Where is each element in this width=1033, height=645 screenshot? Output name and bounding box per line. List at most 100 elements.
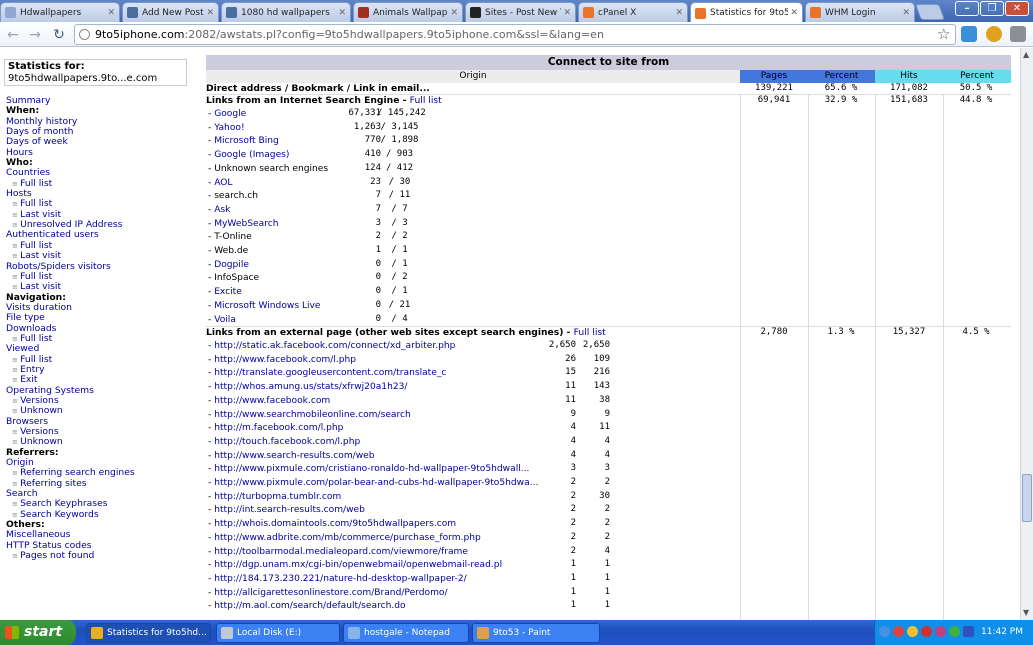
table-header: Origin Pages Percent Hits Percent [206,70,1011,83]
scroll-up-icon[interactable]: ▲ [1023,50,1029,59]
tray-icon[interactable] [963,626,974,637]
scroll-down-icon[interactable]: ▼ [1023,608,1029,617]
external-link-url[interactable]: http://www.pixmule.com/polar-bear-and-cu… [214,478,538,488]
close-tab-icon[interactable]: ✕ [338,8,346,18]
direct-row: Direct address / Bookmark / Link in emai… [206,83,1011,95]
external-link-pages: 2,650 [548,340,576,350]
external-link-url[interactable]: http://turbopma.tumblr.com [214,492,341,502]
sidebar-link[interactable]: Full list [6,178,196,189]
taskbar-button[interactable]: Statistics for 9to5hd... [86,623,211,643]
search-engine-name[interactable]: Google (Images) [214,150,289,160]
external-link-url[interactable]: http://translate.googleusercontent.com/t… [214,368,446,378]
close-tab-icon[interactable]: ✕ [902,8,910,18]
bookmark-star-icon[interactable]: ☆ [937,25,950,43]
close-tab-icon[interactable]: ✕ [206,8,214,18]
forward-arrow-icon[interactable]: → [26,26,44,44]
external-link-url[interactable]: http://www.search-results.com/web [214,451,374,461]
tab-1[interactable]: Hdwallpapers ✕ [0,2,120,22]
close-tab-icon[interactable]: ✕ [675,8,683,18]
tab-3[interactable]: 1080 hd wallpapers ✕ [221,2,351,22]
tab-label: cPanel X [598,7,637,18]
tray-icon[interactable] [879,626,890,637]
sidebar-link[interactable]: Last visit [6,281,196,292]
tab-2[interactable]: Add New Post ‹ Wa✕ [122,2,219,22]
close-tab-icon[interactable]: ✕ [450,8,458,18]
maximize-button[interactable]: ❐ [980,1,1004,16]
tray-icon[interactable] [893,626,904,637]
gear-icon[interactable] [986,26,1002,42]
external-link-url[interactable]: http://m.aol.com/search/default/search.d… [214,601,405,611]
external-link-url[interactable]: http://int.search-results.com/web [214,505,365,515]
tray-icon[interactable] [935,626,946,637]
search-pages-percent: 32.9 % [824,95,858,105]
chrome-icon [91,627,103,639]
search-full-list-link[interactable]: Full list [410,95,442,106]
wrench-icon[interactable] [1010,26,1026,42]
external-link-url[interactable]: http://whois.domaintools.com/9to5hdwallp… [214,519,456,529]
close-tab-icon[interactable]: ✕ [563,8,571,18]
search-engine-name[interactable]: Google [214,109,246,119]
search-engine-pages: 0 [375,286,381,297]
search-engine-pages: 23 [370,176,381,187]
tray-icon[interactable] [949,626,960,637]
external-link-url[interactable]: http://www.adbrite.com/mb/commerce/purch… [214,533,481,543]
tab-6[interactable]: cPanel X ✕ [578,2,688,22]
close-tab-icon[interactable]: ✕ [107,8,115,18]
external-label: Links from an external page (other web s… [206,327,606,338]
search-engine-name[interactable]: Dogpile [214,260,249,270]
external-link-url[interactable]: http://static.ak.facebook.com/connect/xd… [214,341,455,351]
search-engine-name[interactable]: Yahoo! [214,123,244,133]
external-link-url[interactable]: http://toolbarmodal.medialeopard.com/vie… [214,547,468,557]
external-link-url[interactable]: http://m.facebook.com/l.php [214,423,343,433]
reload-icon[interactable]: ↻ [50,26,68,44]
tray-icon[interactable] [921,626,932,637]
windows-logo-icon [5,626,19,639]
external-link-url[interactable]: http://dgp.unam.mx/cgi-bin/openwebmail/o… [214,560,502,570]
external-link-url[interactable]: http://www.facebook.com [214,396,330,406]
external-link-url[interactable]: http://184.173.230.221/nature-hd-desktop… [214,574,467,584]
close-tab-icon[interactable]: ✕ [790,8,798,18]
search-engine-name[interactable]: Voila [214,315,236,325]
search-engine-pages: 1,263 [353,121,381,132]
tab-5[interactable]: Sites - Post New Th✕ [465,2,576,22]
search-engine-name[interactable]: Excite [214,287,242,297]
external-link-hits: 2 [604,504,610,515]
sidebar-link[interactable]: File type [6,312,196,323]
external-link-url[interactable]: http://touch.facebook.com/l.php [214,437,360,447]
tab-4[interactable]: Animals Wallpapers✕ [353,2,463,22]
external-full-list-link[interactable]: Full list [574,327,606,338]
sidebar-link[interactable]: Hours [6,147,196,158]
minimize-button[interactable]: – [955,1,979,16]
tab-7[interactable]: Statistics for 9to5h ✕ [690,2,803,23]
address-bar[interactable]: 9to5iphone.com:2082/awstats.pl?config=9t… [74,24,956,45]
vertical-scrollbar[interactable]: ▲ ▼ [1020,48,1033,620]
scrollbar-thumb[interactable] [1022,474,1032,522]
external-link-item: - http://www.adbrite.com/mb/commerce/pur… [208,532,481,546]
external-link-url[interactable]: http://whos.amung.us/stats/xfrwj20a1h23/ [214,382,407,392]
search-engine-name[interactable]: Ask [214,205,230,215]
sidebar-link[interactable]: Last visit [6,250,196,261]
search-engine-name[interactable]: MyWebSearch [214,219,278,229]
start-button[interactable]: start [0,620,76,645]
taskbar-button[interactable]: 9to53 - Paint [472,623,600,643]
sidebar-link[interactable]: Pages not found [6,550,196,561]
external-link-url[interactable]: http://allcigarettesonlinestore.com/Bran… [214,588,447,598]
taskbar-button[interactable]: Local Disk (E:) [216,623,340,643]
direct-pages: 139,221 [755,83,793,93]
search-engine-name[interactable]: Microsoft Windows Live [214,301,320,311]
external-link-pages: 2 [570,490,576,501]
external-link-url[interactable]: http://www.searchmobileonline.com/search [214,410,411,420]
back-arrow-icon[interactable]: ← [4,26,22,44]
external-link-url[interactable]: http://www.pixmule.com/cristiano-ronaldo… [214,464,529,474]
search-engine-name[interactable]: AOL [214,178,232,188]
search-engine-hits: / 412 [385,162,414,173]
browser-toolbar: ← → ↻ 9to5iphone.com:2082/awstats.pl?con… [0,22,1033,47]
taskbar-button[interactable]: hostgale - Notepad [343,623,469,643]
external-link-url[interactable]: http://www.facebook.com/l.php [214,355,356,365]
extension-icon[interactable] [961,26,977,42]
search-engine-name[interactable]: Microsoft Bing [214,136,279,146]
close-window-button[interactable]: ✕ [1005,1,1029,16]
sidebar-link[interactable]: Days of week [6,137,196,148]
tab-8[interactable]: WHM Login ✕ [805,2,915,22]
tray-icon[interactable] [907,626,918,637]
